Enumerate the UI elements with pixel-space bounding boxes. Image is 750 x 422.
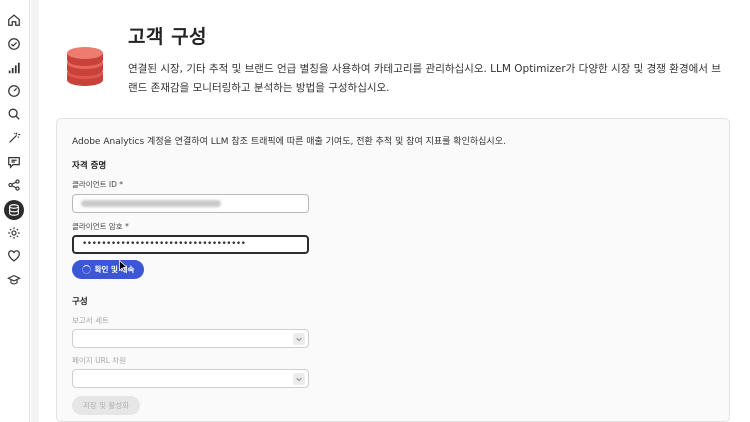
mouse-cursor-icon [119,260,127,272]
chevron-down-icon [293,373,305,385]
configuration-heading: 구성 [72,297,88,307]
confirm-continue-label: 확인 및 계속 [94,265,135,274]
search-icon[interactable] [6,106,22,122]
left-nav-rail [0,0,30,422]
client-id-label: 클라이언트 ID * [72,180,124,189]
rail-gutter [31,0,39,422]
graduation-cap-icon[interactable] [6,272,22,288]
client-id-field[interactable] [72,194,309,213]
page-description: 연결된 시장, 기타 추적 및 브랜드 언급 별칭을 사용하여 카테고리를 관리… [128,63,721,94]
heart-icon[interactable] [6,248,22,264]
confirm-continue-button[interactable]: 확인 및 계속 [72,260,144,279]
main-content: 고객 구성 연결된 시장, 기타 추적 및 브랜드 언급 별칭을 사용하여 카테… [39,0,750,422]
report-suite-label: 보고서 세트 [72,316,109,325]
page-url-dimension-label: 페이지 URL 차원 [72,356,127,365]
share-icon[interactable] [6,177,22,193]
chat-icon[interactable] [6,154,22,170]
client-secret-label: 클라이언트 암호 * [72,222,129,231]
settings-gear-icon[interactable] [6,225,22,241]
database-icon[interactable] [4,200,24,220]
page-url-dimension-select[interactable] [72,369,309,388]
database-stack-icon [67,47,103,86]
gauge-icon[interactable] [6,83,22,99]
page-title: 고객 구성 [128,26,208,48]
client-secret-masked-value: •••••••••••••••••••••••••••••••••• [82,239,246,249]
home-icon[interactable] [6,12,22,28]
check-circle-icon[interactable] [6,36,22,52]
chevron-down-icon [293,333,305,345]
client-id-blurred-value [81,200,221,207]
magic-wand-icon[interactable] [6,130,22,146]
card-intro-text: Adobe Analytics 계정을 연결하여 LLM 참조 트래픽에 따른 … [72,137,506,147]
analytics-config-card: Adobe Analytics 계정을 연결하여 LLM 참조 트래픽에 따른 … [56,118,730,422]
client-secret-field[interactable]: •••••••••••••••••••••••••••••••••• [72,235,309,254]
bar-chart-icon[interactable] [6,60,22,76]
credentials-heading: 자격 증명 [72,161,107,171]
report-suite-select[interactable] [72,329,309,348]
loading-spinner-icon [81,265,91,274]
save-activate-button[interactable]: 저장 및 활성화 [72,396,140,415]
